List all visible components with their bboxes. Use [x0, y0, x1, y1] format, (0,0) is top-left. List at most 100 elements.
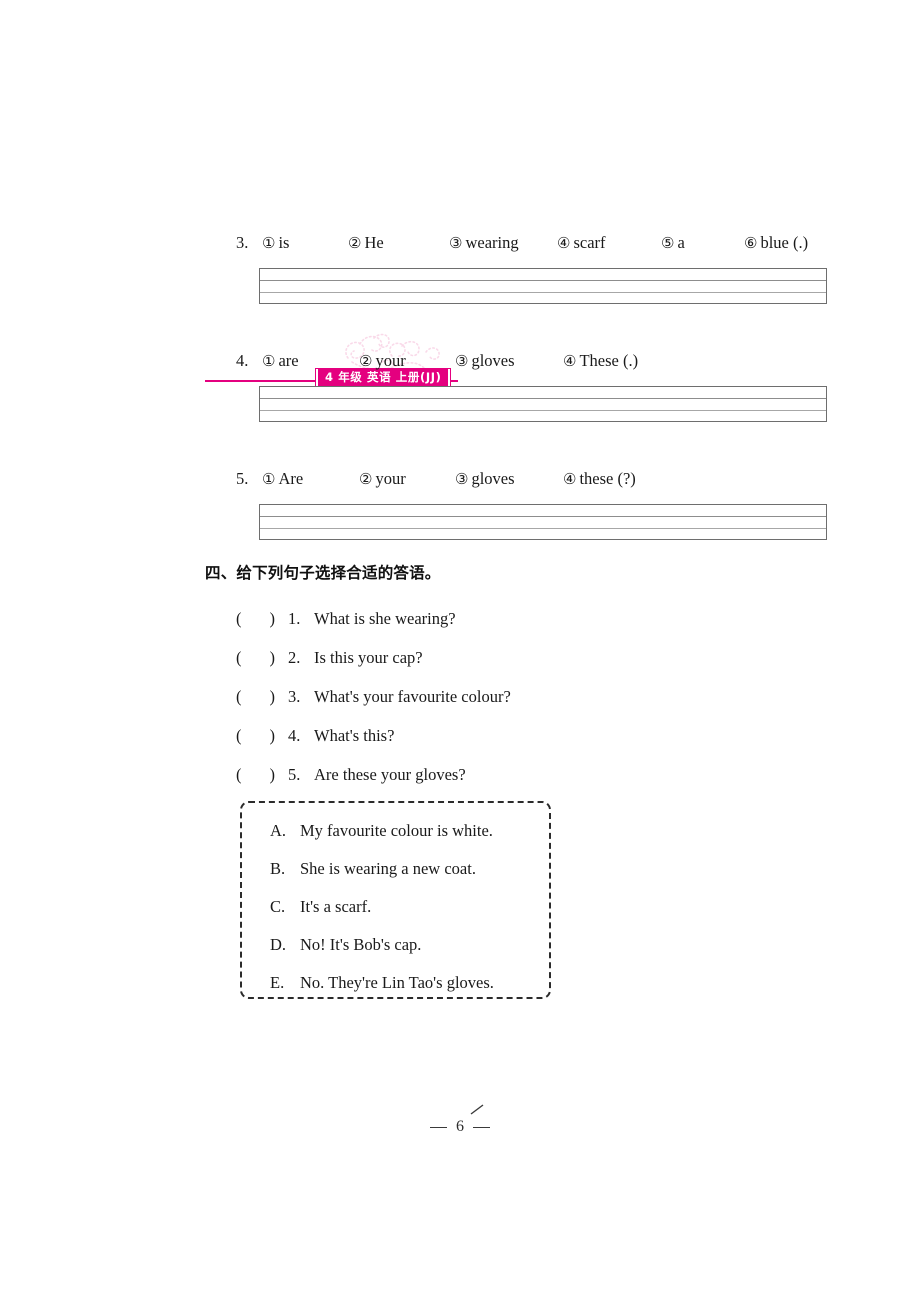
matching-question-row: () 5. Are these your gloves?: [0, 763, 920, 802]
blank-close-paren: ): [269, 609, 276, 628]
section-heading: 四、给下列句子选择合适的答语。: [205, 564, 441, 582]
running-header: 4 年级 英语 上册(JJ): [0, 160, 920, 386]
question-number: 1.: [288, 609, 301, 628]
page-dash-left: [430, 1126, 447, 1128]
option-letter: C.: [270, 897, 286, 916]
choice-word: He: [364, 233, 384, 252]
option-letter: D.: [270, 935, 287, 954]
choice-word: Are: [278, 469, 304, 488]
choice-marker: ②: [348, 236, 362, 252]
question-number: 3.: [288, 687, 301, 706]
answer-option[interactable]: D. No! It's Bob's cap.: [242, 933, 549, 971]
option-text: It's a scarf.: [300, 897, 372, 916]
choice-marker: ①: [262, 236, 276, 252]
item-number: 5.: [236, 469, 249, 488]
choice-word: These (.): [579, 351, 639, 370]
writing-rule: [260, 528, 826, 529]
writing-rule: [260, 410, 826, 411]
word-choice: ① is: [262, 232, 348, 255]
reorder-item: 3. ① is ② He ③ wearing ④ scarf ⑤a ⑥ blue (.): [0, 232, 920, 304]
reorder-item: 4. ① are ② your ③ gloves ④ These (.): [0, 350, 920, 422]
answer-writing-box[interactable]: [259, 386, 827, 422]
page-footer: 6: [0, 1118, 920, 1136]
answer-writing-box[interactable]: [259, 268, 827, 304]
matching-question-row: () 3. What's your favourite colour?: [0, 685, 920, 724]
writing-rule: [260, 292, 826, 293]
page-corner-tick-icon: [470, 1104, 484, 1115]
word-choice: ⑥ blue (.): [744, 232, 808, 255]
question-text: Are these your gloves?: [314, 765, 466, 784]
word-choice: ③ wearing: [449, 232, 557, 255]
word-choice: ④ scarf: [557, 232, 661, 255]
question-text: Is this your cap?: [314, 648, 423, 667]
choice-word: gloves: [471, 351, 515, 370]
choice-word: is: [278, 233, 290, 252]
choice-marker: ④: [563, 472, 577, 488]
option-letter: B.: [270, 859, 286, 878]
writing-rule: [260, 280, 826, 281]
reorder-prompt-row: 3. ① is ② He ③ wearing ④ scarf ⑤a ⑥ blue (.): [0, 232, 920, 258]
choice-word: your: [375, 351, 406, 370]
matching-question-row: () 4. What's this?: [0, 724, 920, 763]
reorder-prompt-row: 4. ① are ② your ③ gloves ④ These (.): [0, 350, 920, 376]
blank-close-paren: ): [269, 687, 276, 706]
choice-word: these (?): [579, 469, 636, 488]
answer-blank[interactable]: (): [236, 763, 288, 787]
question-number: 2.: [288, 648, 301, 667]
word-choice: ④ these (?): [563, 468, 636, 491]
answer-blank[interactable]: (): [236, 685, 288, 709]
blank-open-paren: (: [236, 609, 242, 628]
word-choice: ③ gloves: [455, 350, 563, 373]
choice-marker: ②: [359, 472, 373, 488]
question-text: What's your favourite colour?: [314, 687, 511, 706]
reorder-exercise-list: 3. ① is ② He ③ wearing ④ scarf ⑤a ⑥ blue (.): [0, 232, 920, 540]
choice-word: your: [375, 469, 406, 488]
item-number: 4.: [236, 351, 249, 370]
answer-option[interactable]: C. It's a scarf.: [242, 895, 549, 933]
reorder-prompt-row: 5. ① Are ② your ③ gloves ④ these (?): [0, 468, 920, 494]
answer-blank[interactable]: (): [236, 724, 288, 748]
choice-marker: ④: [563, 354, 577, 370]
item-number: 3.: [236, 233, 249, 252]
word-choice: ② your: [359, 468, 455, 491]
choice-word: a: [677, 233, 685, 252]
choice-marker: ①: [262, 354, 276, 370]
page-dash-right: [473, 1126, 490, 1128]
answer-options-box: A. My favourite colour is white. B. She …: [240, 801, 551, 999]
choice-marker: ⑤: [661, 236, 675, 252]
word-choice: ③ gloves: [455, 468, 563, 491]
blank-open-paren: (: [236, 648, 242, 667]
choice-word: are: [278, 351, 299, 370]
answer-blank[interactable]: (): [236, 607, 288, 631]
word-choice: ④ These (.): [563, 350, 638, 373]
question-text: What is she wearing?: [314, 609, 456, 628]
choice-marker: ⑥: [744, 236, 758, 252]
choice-word: scarf: [573, 233, 606, 252]
option-text: No! It's Bob's cap.: [300, 935, 422, 954]
writing-rule: [260, 398, 826, 399]
option-letter: A.: [270, 821, 287, 840]
choice-word: gloves: [471, 469, 515, 488]
word-choice: ⑤a: [661, 232, 744, 255]
answer-option[interactable]: A. My favourite colour is white.: [242, 819, 549, 857]
option-text: No. They're Lin Tao's gloves.: [300, 973, 494, 992]
word-choice: ② your: [359, 350, 455, 373]
question-text: What's this?: [314, 726, 395, 745]
option-letter: E.: [270, 973, 285, 992]
choice-word: wearing: [465, 233, 519, 252]
blank-close-paren: ): [269, 765, 276, 784]
word-choice: ② He: [348, 232, 449, 255]
blank-close-paren: ): [269, 648, 276, 667]
answer-writing-box[interactable]: [259, 504, 827, 540]
choice-word: blue (.): [760, 233, 809, 252]
blank-open-paren: (: [236, 726, 242, 745]
matching-question-row: () 2. Is this your cap?: [0, 646, 920, 685]
answer-option[interactable]: B. She is wearing a new coat.: [242, 857, 549, 895]
answer-blank[interactable]: (): [236, 646, 288, 670]
choice-marker: ①: [262, 472, 276, 488]
blank-open-paren: (: [236, 687, 242, 706]
choice-marker: ③: [455, 354, 469, 370]
choice-marker: ③: [449, 236, 463, 252]
answer-option[interactable]: E. No. They're Lin Tao's gloves.: [242, 971, 549, 1009]
blank-open-paren: (: [236, 765, 242, 784]
